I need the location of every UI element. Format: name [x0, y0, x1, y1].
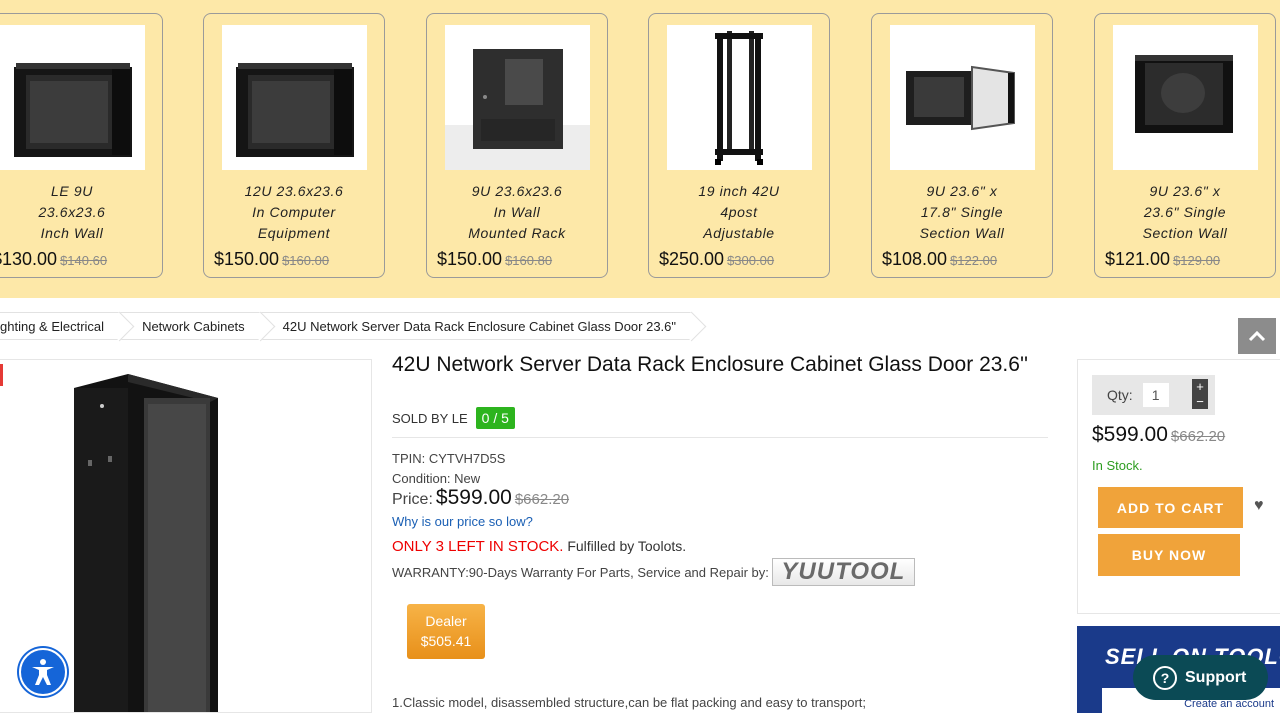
dealer-price: $505.41 [420, 633, 472, 649]
buybox-price-original: $662.20 [1170, 428, 1226, 445]
rating-badge[interactable]: 0 / 5 [475, 407, 515, 429]
product-prices: $150.00 $160.00 [214, 249, 329, 270]
product-name[interactable]: 9U 23.6" x 23.6" Single Section Wall [1095, 181, 1275, 244]
description-line: 1.Classic model, disassembled structure,… [392, 695, 867, 710]
condition: Condition: New [392, 471, 481, 486]
qty-label: Qty: [1107, 387, 1133, 403]
price-original: $662.20 [514, 491, 570, 508]
product-image[interactable] [1113, 25, 1258, 170]
product-price: $108.00 [882, 249, 948, 269]
stock-alert: ONLY 3 LEFT IN STOCK. [392, 538, 564, 555]
product-old-price: $122.00 [950, 253, 998, 268]
sold-by: SOLD BY LE 0 / 5 [392, 407, 515, 429]
add-to-cart-button[interactable]: ADD TO CART [1098, 487, 1243, 528]
buybox-price-current: $599.00 [1092, 423, 1168, 446]
product-image[interactable] [667, 25, 812, 170]
breadcrumb: ghting & Electrical Network Cabinets 42U… [0, 312, 693, 340]
support-chat-button[interactable]: ? Support [1133, 655, 1268, 700]
product-price: $150.00 [214, 249, 280, 269]
stock-line: ONLY 3 LEFT IN STOCK. Fulfilled by Toolo… [392, 538, 686, 555]
fulfilled-by: Fulfilled by Toolots. [567, 538, 687, 554]
product-card[interactable]: LE 9U 23.6x23.6 Inch Wall $130.00$140.60 [0, 13, 163, 278]
quantity-stepper: + − [1192, 379, 1208, 409]
product-card[interactable]: 9U 23.6" x 23.6" Single Section Wall $12… [1094, 13, 1276, 278]
product-prices: $150.00 $160.80 [437, 249, 552, 270]
product-image[interactable] [222, 25, 367, 170]
product-card[interactable]: 9U 23.6x23.6 In Wall Mounted Rack $150.0… [426, 13, 608, 278]
breadcrumb-item-current: 42U Network Server Data Rack Enclosure C… [260, 312, 693, 340]
chevron-up-icon [1248, 330, 1266, 342]
price-current: $599.00 [435, 486, 512, 509]
product-name[interactable]: 12U 23.6x23.6 In Computer Equipment [204, 181, 384, 244]
divider [392, 437, 1048, 438]
warranty-text: WARRANTY:90-Days Warranty For Parts, Ser… [392, 564, 769, 580]
product-price: $250.00 [659, 249, 725, 269]
buy-now-button[interactable]: BUY NOW [1098, 534, 1240, 576]
product-name[interactable]: 9U 23.6x23.6 In Wall Mounted Rack [427, 181, 607, 244]
tpin: TPIN: CYTVH7D5S [392, 451, 506, 466]
product-name[interactable]: LE 9U 23.6x23.6 Inch Wall [0, 181, 162, 244]
product-card[interactable]: 12U 23.6x23.6 In Computer Equipment $150… [203, 13, 385, 278]
product-old-price: $140.60 [60, 253, 108, 268]
product-price: $130.00 [0, 249, 58, 269]
sale-badge [0, 364, 3, 386]
quantity-input[interactable] [1142, 383, 1169, 407]
product-name[interactable]: 9U 23.6" x 17.8" Single Section Wall [872, 181, 1052, 244]
product-card[interactable]: 19 inch 42U 4post Adjustable $250.00 $300… [648, 13, 830, 278]
buybox-price: $599.00 $662.20 [1092, 423, 1225, 447]
product-image[interactable] [890, 25, 1035, 170]
buy-box: Qty: + − $599.00 $662.20 In Stock. ADD T… [1077, 359, 1280, 614]
product-prices: $130.00$140.60 [0, 249, 107, 270]
product-price: $150.00 [437, 249, 503, 269]
price-label: Price: [392, 491, 433, 508]
related-products-carousel: LE 9U 23.6x23.6 Inch Wall $130.00$140.60… [0, 0, 1280, 298]
product-old-price: $160.80 [505, 253, 553, 268]
seller-name[interactable]: SOLD BY LE [392, 411, 468, 426]
product-prices: $108.00 $122.00 [882, 249, 997, 270]
dealer-label: Dealer [425, 613, 467, 629]
in-stock-status: In Stock. [1092, 458, 1143, 473]
product-price: $121.00 [1105, 249, 1171, 269]
yuutool-logo[interactable]: YUUTOOL [771, 558, 915, 586]
product-title: 42U Network Server Data Rack Enclosure C… [392, 353, 1028, 376]
increment-button[interactable]: + [1192, 379, 1208, 394]
product-prices: $250.00 $300.00 [659, 249, 774, 270]
product-card[interactable]: 9U 23.6" x 17.8" Single Section Wall $10… [871, 13, 1053, 278]
scroll-to-top-button[interactable] [1238, 318, 1276, 354]
question-icon: ? [1153, 665, 1177, 690]
product-image[interactable] [0, 25, 145, 170]
product-prices: $121.00 $129.00 [1105, 249, 1220, 270]
breadcrumb-item-subcategory[interactable]: Network Cabinets [120, 312, 261, 340]
heart-icon[interactable]: ♥ [1254, 497, 1264, 515]
accessibility-icon [32, 659, 54, 685]
quantity-control: Qty: + − [1092, 375, 1215, 415]
accessibility-button[interactable] [19, 648, 67, 696]
breadcrumb-item-category[interactable]: ghting & Electrical [0, 312, 121, 340]
product-old-price: $129.00 [1173, 253, 1221, 268]
product-old-price: $160.00 [282, 253, 330, 268]
dealer-price-button[interactable]: Dealer $505.41 [407, 604, 485, 659]
warranty-line: WARRANTY:90-Days Warranty For Parts, Ser… [392, 558, 915, 586]
product-name[interactable]: 19 inch 42U 4post Adjustable [649, 181, 829, 244]
decrement-button[interactable]: − [1192, 394, 1208, 409]
price-line: Price: $599.00 $662.20 [392, 486, 569, 510]
support-label: Support [1185, 668, 1247, 686]
product-old-price: $300.00 [727, 253, 775, 268]
why-price-low-link[interactable]: Why is our price so low? [392, 514, 533, 529]
product-image[interactable] [445, 25, 590, 170]
